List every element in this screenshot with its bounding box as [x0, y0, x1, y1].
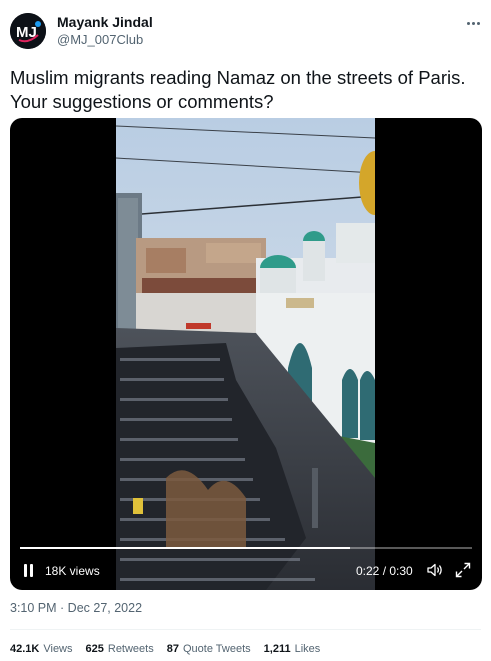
author-name[interactable]: Mayank Jindal	[57, 14, 153, 30]
video-controls: 18K views 0:22 / 0:30	[10, 556, 482, 586]
retweets-label: Retweets	[107, 643, 154, 655]
likes-stat[interactable]: 1,211 Likes	[264, 643, 321, 659]
tweet-timestamp[interactable]: 3:10 PM · Dec 27, 2022	[10, 601, 142, 615]
pause-icon[interactable]	[22, 564, 36, 578]
author-handle[interactable]: @MJ_007Club	[57, 32, 143, 47]
video-player[interactable]: 18K views 0:22 / 0:30	[10, 118, 482, 590]
author-avatar[interactable]: MJ	[10, 13, 46, 49]
likes-value: 1,211	[263, 643, 291, 655]
views-stat[interactable]: 42.1K Views	[10, 643, 73, 659]
quote-tweets-stat[interactable]: 87 Quote Tweets	[167, 643, 251, 659]
quotes-value: 87	[166, 643, 179, 655]
divider	[10, 629, 481, 630]
quotes-label: Quote Tweets	[182, 643, 251, 655]
tweet-header: MJ Mayank Jindal @MJ_007Club	[0, 0, 491, 60]
tweet-date: Dec 27, 2022	[67, 601, 143, 615]
video-views-count: 18K views	[45, 564, 100, 578]
video-duration: 0:30	[389, 564, 413, 578]
video-time-separator: /	[379, 564, 390, 578]
video-progress-fill	[20, 547, 350, 549]
video-progress-bar[interactable]	[20, 547, 472, 549]
volume-icon[interactable]	[426, 561, 444, 579]
tweet-stats: 42.1K Views 625 Retweets 87 Quote Tweets 1,…	[10, 643, 320, 659]
tweet-time: 3:10 PM	[10, 601, 57, 615]
more-options-icon[interactable]	[460, 12, 486, 34]
retweets-value: 625	[85, 643, 104, 655]
video-current-time: 0:22	[356, 564, 380, 578]
video-time-readout: 0:22 / 0:30	[356, 564, 413, 578]
tweet-text: Muslim migrants reading Namaz on the str…	[10, 67, 466, 112]
views-value: 42.1K	[10, 643, 40, 655]
likes-label: Likes	[294, 643, 321, 655]
fullscreen-icon[interactable]	[454, 561, 472, 579]
video-thumbnail	[116, 118, 375, 590]
timestamp-separator: ·	[56, 601, 68, 615]
views-label: Views	[43, 643, 73, 655]
video-frame[interactable]	[116, 118, 375, 590]
mj-logo-icon: MJ	[10, 13, 46, 49]
retweets-stat[interactable]: 625 Retweets	[86, 643, 154, 659]
